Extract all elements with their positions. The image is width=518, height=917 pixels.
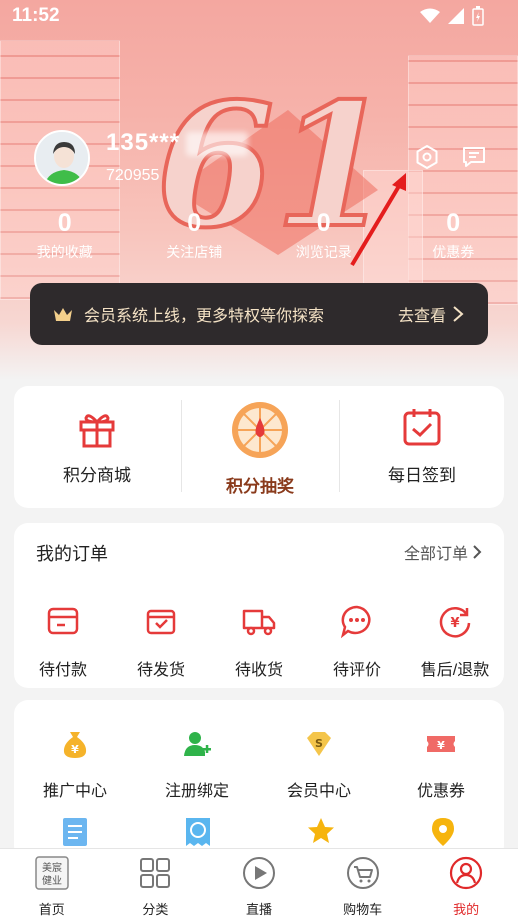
chevron-right-icon — [473, 545, 482, 559]
comment-icon — [340, 605, 371, 639]
feature-label: 积分抽奖 — [226, 477, 294, 496]
svg-text:¥: ¥ — [437, 739, 445, 752]
order-label: 售后/退款 — [420, 662, 490, 679]
order-pending-shipment[interactable]: 待发货 — [112, 603, 210, 680]
stat-value: 0 — [316, 209, 331, 237]
tab-label: 我的 — [453, 902, 480, 917]
wallet-icon — [47, 607, 79, 635]
tab-cart[interactable]: 购物车 — [311, 849, 415, 917]
feature-label: 积分商城 — [63, 466, 131, 485]
stat-history[interactable]: 0 浏览记录 — [259, 210, 389, 262]
tab-home[interactable]: 美宸 健业 首页 — [0, 849, 104, 917]
service-label: 推广中心 — [42, 783, 107, 800]
battery-icon — [472, 6, 484, 26]
tab-mine[interactable]: 我的 — [414, 849, 518, 917]
location-icon[interactable] — [428, 816, 458, 848]
stat-label: 我的收藏 — [36, 244, 93, 260]
tab-label: 分类 — [142, 902, 169, 917]
home-logo-icon: 美宸 健业 — [35, 856, 69, 890]
order-pending-payment[interactable]: 待付款 — [14, 603, 112, 680]
stat-value: 0 — [57, 209, 72, 237]
svg-text:S: S — [315, 737, 323, 750]
background-building-right — [408, 55, 518, 305]
play-icon — [242, 857, 275, 889]
stat-label: 优惠券 — [432, 244, 475, 260]
status-bar: 11:52 — [0, 0, 518, 34]
tab-label: 直播 — [245, 902, 272, 917]
services-card: ¥ 推广中心 注册绑定 S 会员中心 ¥ 优惠券 — [14, 700, 504, 860]
masked-phone-digits — [186, 132, 248, 156]
service-coupons[interactable]: ¥ 优惠券 — [380, 728, 502, 801]
order-label: 待评价 — [332, 662, 381, 679]
feature-daily-checkin[interactable]: 每日签到 — [340, 386, 504, 508]
signal-icon — [448, 8, 464, 24]
user-id: 720955 — [106, 167, 160, 184]
orders-title: 我的订单 — [36, 544, 108, 564]
feature-points-mall[interactable]: 积分商城 — [14, 386, 180, 508]
bottom-tab-bar: 美宸 健业 首页 分类 直播 购物车 我的 — [0, 848, 518, 917]
calendar-check-icon — [403, 409, 441, 446]
stat-value: 0 — [446, 209, 461, 237]
message-icon[interactable] — [461, 144, 487, 170]
service-register-bind[interactable]: 注册绑定 — [136, 728, 258, 801]
service-label: 会员中心 — [286, 783, 351, 800]
order-after-sales[interactable]: ¥ 售后/退款 — [406, 603, 504, 680]
feature-label: 每日签到 — [388, 466, 456, 485]
tab-live[interactable]: 直播 — [207, 849, 311, 917]
order-pending-review[interactable]: 待评价 — [308, 603, 406, 680]
all-orders-link[interactable]: 全部订单 — [404, 540, 468, 564]
stat-label: 关注店铺 — [166, 244, 223, 260]
features-card: 积分商城 积分抽奖 每日签到 — [14, 386, 504, 508]
money-bag-icon: ¥ — [63, 732, 87, 758]
stat-favorites[interactable]: 0 我的收藏 — [0, 210, 130, 262]
wifi-icon — [420, 8, 440, 23]
gift-icon — [79, 414, 115, 448]
svg-text:¥: ¥ — [71, 743, 79, 756]
user-icon — [450, 856, 483, 890]
user-add-icon — [184, 732, 211, 756]
order-pending-receipt[interactable]: 待收货 — [210, 603, 308, 680]
service-member-center[interactable]: S 会员中心 — [258, 728, 380, 801]
star-icon[interactable] — [306, 816, 336, 846]
lottery-wheel-icon — [232, 402, 288, 458]
tab-label: 购物车 — [343, 902, 383, 917]
stat-label: 浏览记录 — [295, 244, 352, 260]
service-label: 优惠券 — [416, 783, 465, 800]
diamond-icon: S — [307, 732, 331, 756]
vip-banner-text: 会员系统上线，更多特权等你探索 — [84, 308, 325, 325]
chevron-right-icon — [453, 306, 464, 322]
service-promotion-center[interactable]: ¥ 推广中心 — [14, 728, 136, 801]
settings-icon[interactable] — [414, 144, 440, 170]
vip-banner[interactable]: 会员系统上线，更多特权等你探索 去查看 — [30, 283, 488, 345]
feature-lottery[interactable]: 积分抽奖 — [182, 386, 338, 508]
receipt-icon[interactable] — [183, 816, 213, 848]
ticket-icon: ¥ — [427, 736, 455, 752]
order-label: 待付款 — [38, 662, 87, 679]
stat-followed-shops[interactable]: 0 关注店铺 — [130, 210, 260, 262]
tab-category[interactable]: 分类 — [104, 849, 208, 917]
user-phone: 135*** — [106, 129, 181, 156]
package-icon — [146, 609, 176, 635]
svg-text:美宸: 美宸 — [42, 861, 62, 874]
stat-value: 0 — [187, 209, 202, 237]
document-icon[interactable] — [60, 816, 90, 848]
crown-icon — [54, 308, 72, 321]
stat-coupons[interactable]: 0 优惠券 — [389, 210, 518, 262]
order-label: 待收货 — [234, 662, 283, 679]
refund-icon: ¥ — [439, 607, 471, 638]
svg-text:¥: ¥ — [450, 616, 459, 631]
order-label: 待发货 — [136, 662, 185, 679]
cart-icon — [346, 857, 379, 889]
avatar[interactable] — [34, 130, 90, 186]
grid-icon — [140, 858, 171, 888]
stats-row: 0 我的收藏 0 关注店铺 0 浏览记录 0 优惠券 — [0, 210, 518, 262]
orders-card: 我的订单 全部订单 待付款 待发货 待收货 待评价 ¥ 售后/退款 — [14, 523, 504, 688]
service-label: 注册绑定 — [164, 783, 229, 800]
tab-label: 首页 — [38, 902, 65, 917]
vip-banner-action[interactable]: 去查看 — [398, 302, 446, 326]
svg-text:健业: 健业 — [42, 875, 62, 887]
truck-icon — [242, 609, 276, 636]
status-time: 11:52 — [12, 5, 60, 26]
